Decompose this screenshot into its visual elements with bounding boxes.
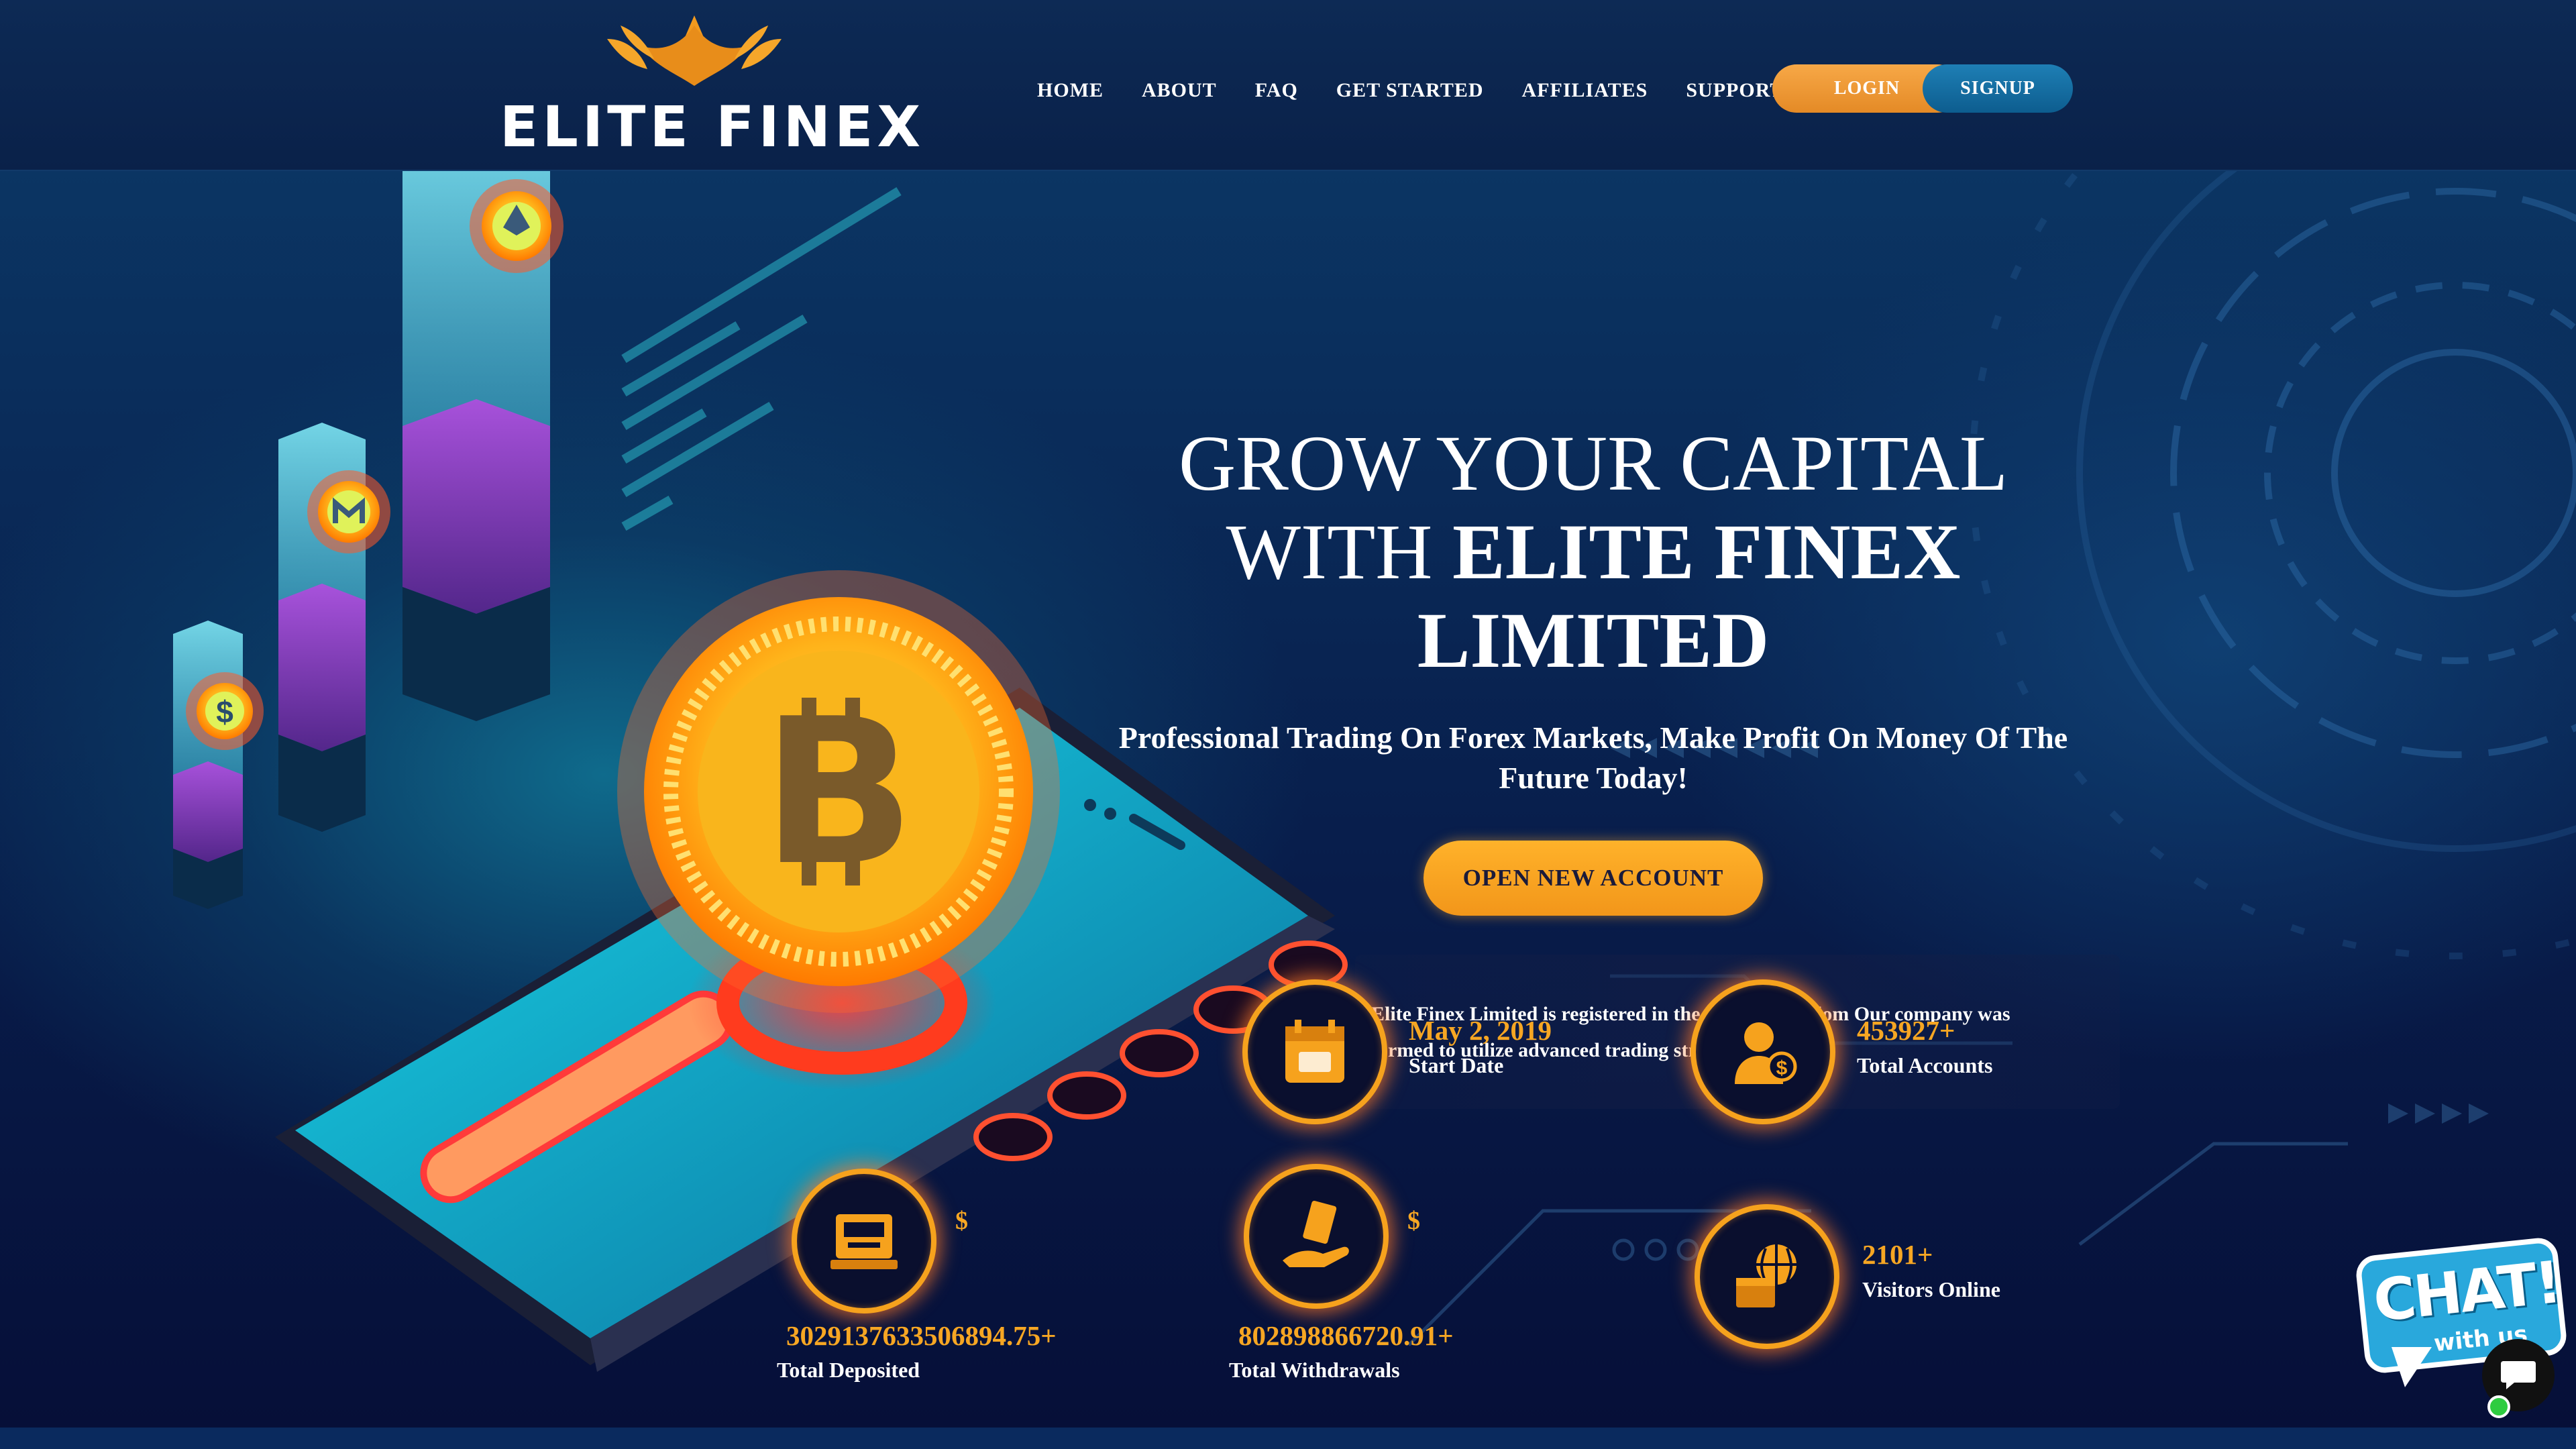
- hero-subtitle: Professional Trading On Forex Markets, M…: [1118, 720, 2068, 795]
- total-withdrawals-currency: $: [1407, 1207, 1420, 1235]
- total-deposited-label: Total Deposited: [777, 1358, 920, 1382]
- deposit-machine-icon: [830, 1214, 898, 1269]
- svg-text:$: $: [1776, 1057, 1788, 1079]
- calendar-icon: [1285, 1020, 1344, 1083]
- visitors-online-value: 2101+: [1862, 1239, 1933, 1270]
- site-logo[interactable]: ELITE FINEX: [500, 12, 920, 160]
- svg-text:B: B: [762, 676, 916, 910]
- total-accounts-value: 453927+: [1857, 1015, 1955, 1046]
- headline-brand: ELITE FINEX: [1452, 508, 1961, 596]
- start-date-value: May 2, 2019: [1409, 1015, 1552, 1046]
- total-withdrawals-badge: [1244, 1164, 1389, 1309]
- total-withdrawals-label: Total Withdrawals: [1229, 1358, 1400, 1382]
- total-withdrawals-value: 802898866720.91+: [1238, 1320, 1454, 1351]
- logo-text: ELITE FINEX: [500, 94, 925, 160]
- start-date-label: Start Date: [1409, 1053, 1504, 1077]
- nav-get-started[interactable]: GET STARTED: [1336, 79, 1484, 102]
- dollar-icon: $: [186, 672, 264, 750]
- total-deposited-badge: [792, 1169, 936, 1313]
- logo-emblem-icon: [607, 15, 782, 86]
- nav-support[interactable]: SUPPORT: [1686, 79, 1784, 102]
- visitors-online-badge: [1695, 1204, 1839, 1349]
- speech-bubble-icon: [2501, 1361, 2536, 1389]
- ethereum-icon: [470, 179, 564, 273]
- svg-text:$: $: [216, 694, 233, 729]
- nav-about[interactable]: ABOUT: [1142, 79, 1217, 102]
- total-accounts-badge: $: [1690, 979, 1835, 1124]
- nav-affiliates[interactable]: AFFILIATES: [1522, 79, 1648, 102]
- withdraw-hand-icon: [1283, 1201, 1349, 1267]
- visitors-online-label: Visitors Online: [1862, 1277, 2000, 1301]
- headline-with: WITH: [1226, 508, 1433, 596]
- footer-strip: [0, 1428, 2576, 1449]
- total-deposited-currency: $: [955, 1207, 968, 1235]
- globe-box-icon: [1736, 1244, 1796, 1307]
- headline-line1: GROW YOUR CAPITAL: [1178, 419, 2008, 507]
- nav-home[interactable]: HOME: [1037, 79, 1104, 102]
- headline-limited: LIMITED: [1417, 596, 1770, 684]
- user-dollar-icon: $: [1735, 1022, 1797, 1084]
- chat-bubble-tail: [2392, 1347, 2432, 1387]
- site-header: ELITE FINEX HOME ABOUT FAQ GET STARTED A…: [0, 0, 2576, 171]
- signup-button[interactable]: SIGNUP: [1923, 64, 2073, 113]
- start-date-badge: [1242, 979, 1387, 1124]
- hero-headline: GROW YOUR CAPITAL WITH ELITE FINEX LIMIT…: [1067, 419, 2120, 685]
- total-accounts-label: Total Accounts: [1857, 1053, 1993, 1077]
- total-deposited-value: 3029137633506894.75+: [786, 1320, 1057, 1351]
- nav-faq[interactable]: FAQ: [1255, 79, 1298, 102]
- online-status-dot: [2487, 1395, 2510, 1418]
- monero-icon: [307, 470, 390, 553]
- open-account-button[interactable]: OPEN NEW ACCOUNT: [1424, 841, 1763, 916]
- chat-widget[interactable]: CHAT! with us: [2354, 1236, 2569, 1418]
- main-nav: HOME ABOUT FAQ GET STARTED AFFILIATES SU…: [1037, 79, 1822, 102]
